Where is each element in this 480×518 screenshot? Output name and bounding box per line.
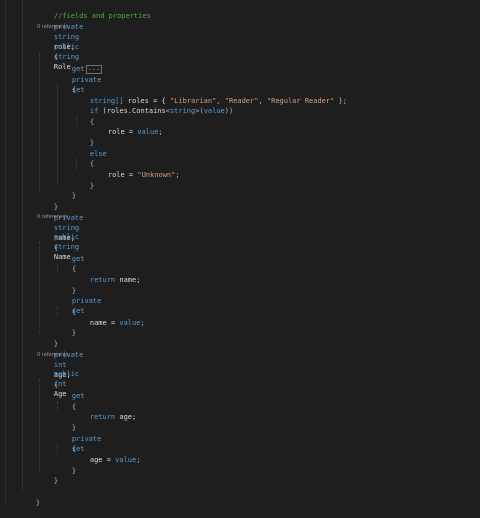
code-line[interactable]: }	[55, 318, 76, 337]
paren: ))	[224, 107, 234, 115]
code-line[interactable]: private int age;	[37, 340, 84, 379]
code-line[interactable]: else	[73, 139, 107, 158]
code-line[interactable]: private set	[55, 286, 102, 315]
name-assign: name =	[89, 319, 120, 327]
code-line[interactable]: age = value;	[73, 445, 141, 464]
brace: }	[35, 499, 41, 507]
semicolon: ;	[140, 319, 145, 327]
keyword-value: value	[115, 456, 137, 464]
keyword-private: private	[71, 76, 102, 84]
code-line[interactable]: //fields and properties	[37, 1, 151, 20]
keyword-return: return	[89, 276, 116, 284]
string-literal: "Unknown"	[137, 171, 176, 179]
contains-call: (roles.Contains	[98, 107, 166, 115]
brace: }	[71, 192, 77, 200]
code-line[interactable]: return age;	[73, 402, 136, 421]
code-line[interactable]: name = value;	[73, 308, 145, 327]
code-line[interactable]: private string name;	[37, 203, 84, 242]
code-line[interactable]: public int Age	[37, 359, 79, 398]
code-line[interactable]: get	[55, 381, 85, 400]
indent-guide	[22, 0, 23, 492]
code-line[interactable]: }	[73, 171, 94, 190]
code-line[interactable]: }	[55, 276, 76, 295]
code-line[interactable]: }	[19, 488, 40, 507]
return-age: age;	[115, 413, 137, 421]
code-line[interactable]: {	[55, 75, 76, 94]
code-line[interactable]: }	[55, 413, 76, 432]
code-line[interactable]: {	[37, 233, 58, 252]
code-line[interactable]: }	[55, 456, 76, 475]
codelens-references[interactable]: 0 references	[37, 213, 68, 221]
code-line[interactable]: role = value;	[91, 117, 163, 136]
code-line[interactable]: private set	[55, 65, 102, 94]
comma: ,	[258, 97, 267, 105]
keyword-private: private	[71, 435, 102, 443]
code-line[interactable]: {	[55, 434, 76, 453]
array-end: };	[334, 97, 347, 105]
code-line[interactable]: {	[37, 42, 58, 61]
code-line[interactable]: }	[73, 128, 94, 147]
keyword-value: value	[203, 107, 225, 115]
code-line[interactable]: get	[55, 244, 85, 263]
code-line[interactable]: private string role;	[37, 12, 84, 51]
code-line[interactable]: {	[55, 254, 76, 273]
code-editor[interactable]: //fields and properties private string r…	[0, 0, 480, 510]
keyword-return: return	[89, 413, 116, 421]
brace: }	[89, 182, 95, 190]
role-assign: role =	[107, 128, 138, 136]
code-line[interactable]: role = "Unknown";	[91, 160, 180, 179]
code-line[interactable]: public string Role	[37, 32, 79, 71]
return-name: name;	[115, 276, 141, 284]
keyword-string: string	[169, 107, 196, 115]
code-line[interactable]: {	[37, 370, 58, 389]
keyword-private: private	[71, 297, 102, 305]
semicolon: ;	[136, 456, 141, 464]
code-line[interactable]: {	[73, 107, 94, 126]
string-literal: "Regular Reader"	[266, 97, 335, 105]
codelens-references[interactable]: 0 references	[37, 351, 68, 359]
code-line[interactable]: {	[55, 392, 76, 411]
code-line[interactable]: {	[73, 149, 94, 168]
semicolon: ;	[158, 128, 163, 136]
code-line[interactable]: }	[37, 192, 58, 211]
code-line[interactable]: return name;	[73, 265, 141, 284]
code-line[interactable]: string[] roles = { "Librarian", "Reader"…	[73, 86, 347, 105]
indent-guide	[5, 0, 6, 505]
code-line[interactable]: }	[37, 329, 58, 348]
code-line[interactable]: }	[55, 181, 76, 200]
keyword-value: value	[119, 319, 141, 327]
brace: }	[71, 329, 77, 337]
role-assign: role =	[107, 171, 138, 179]
code-line[interactable]: {	[55, 297, 76, 316]
age-assign: age =	[89, 456, 116, 464]
brace: }	[71, 467, 77, 475]
brace: }	[53, 477, 59, 485]
code-line[interactable]: }	[37, 466, 58, 485]
keyword-value: value	[137, 128, 159, 136]
code-line[interactable]: get...	[55, 54, 103, 74]
semicolon: ;	[175, 171, 180, 179]
codelens-references[interactable]: 0 references	[37, 23, 68, 31]
code-line[interactable]: if (roles.Contains<string>(value))	[73, 96, 233, 115]
code-line[interactable]: public string Name	[37, 222, 79, 261]
code-line[interactable]: private set	[55, 424, 102, 453]
